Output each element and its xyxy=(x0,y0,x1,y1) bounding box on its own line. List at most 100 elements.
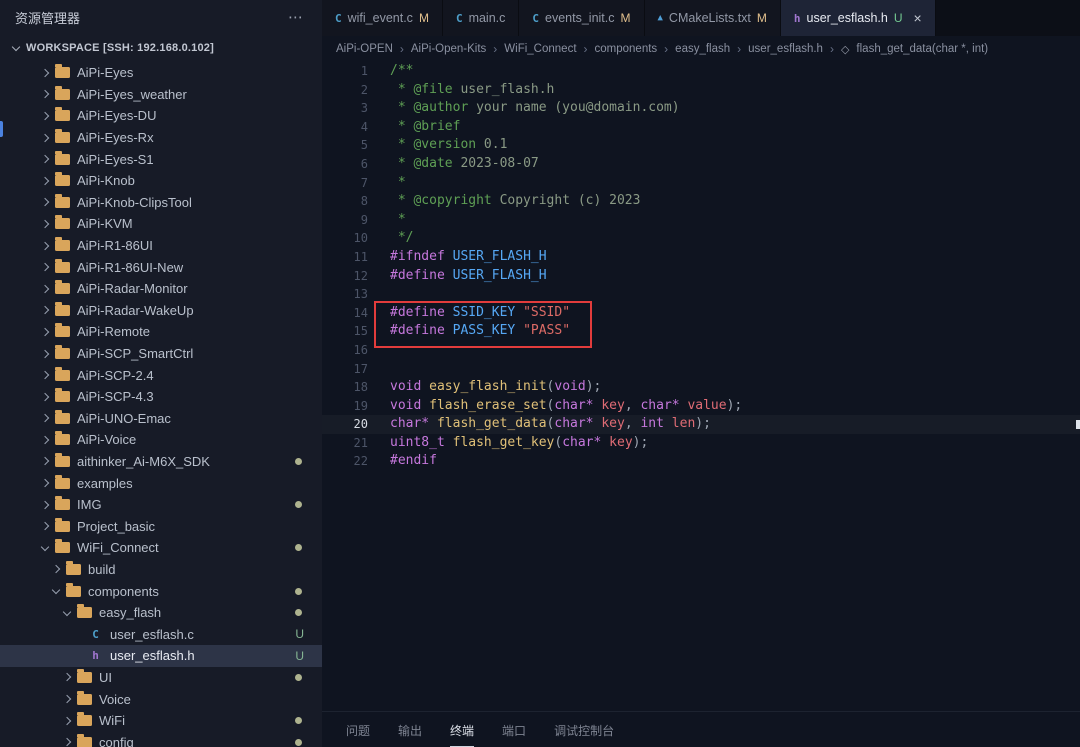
c-file-icon: C xyxy=(88,628,103,641)
tree-folder-AiPi-SCP_SmartCtrl[interactable]: AiPi-SCP_SmartCtrl xyxy=(0,343,322,365)
workspace-section-header[interactable]: WORKSPACE [SSH: 192.168.0.102] xyxy=(0,34,322,62)
chevron-right-icon[interactable] xyxy=(38,195,52,209)
breadcrumb-item[interactable]: user_esflash.h xyxy=(748,43,823,55)
tree-folder-AiPi-Radar-Monitor[interactable]: AiPi-Radar-Monitor xyxy=(0,278,322,300)
code-line: 1/** xyxy=(322,62,1080,81)
tree-folder-WiFi_Connect[interactable]: WiFi_Connect xyxy=(0,537,322,559)
breadcrumb-item[interactable]: AiPi-Open-Kits xyxy=(411,43,486,55)
tree-item-label: aithinker_Ai-M6X_SDK xyxy=(77,454,210,469)
tree-folder-Project_basic[interactable]: Project_basic xyxy=(0,515,322,537)
tree-folder-AiPi-Knob-ClipsTool[interactable]: AiPi-Knob-ClipsTool xyxy=(0,192,322,214)
tree-folder-easy_flash[interactable]: easy_flash xyxy=(0,602,322,624)
file-tree: AiPi-EyesAiPi-Eyes_weatherAiPi-Eyes-DUAi… xyxy=(0,62,322,747)
chevron-right-icon[interactable] xyxy=(38,411,52,425)
chevron-right-icon[interactable] xyxy=(38,368,52,382)
panel-tab-调试控制台[interactable]: 调试控制台 xyxy=(554,714,614,747)
tree-folder-AiPi-Remote[interactable]: AiPi-Remote xyxy=(0,321,322,343)
line-content: * @copyright Copyright (c) 2023 xyxy=(368,192,640,211)
chevron-right-icon[interactable] xyxy=(38,476,52,490)
tree-folder-AiPi-SCP-2.4[interactable]: AiPi-SCP-2.4 xyxy=(0,364,322,386)
tree-folder-aithinker_Ai-M6X_SDK[interactable]: aithinker_Ai-M6X_SDK xyxy=(0,451,322,473)
close-icon[interactable]: × xyxy=(914,10,922,26)
chevron-right-icon[interactable] xyxy=(38,131,52,145)
chevron-right-icon[interactable] xyxy=(38,347,52,361)
tree-folder-WiFi[interactable]: WiFi xyxy=(0,710,322,732)
tree-folder-AiPi-Eyes-Rx[interactable]: AiPi-Eyes-Rx xyxy=(0,127,322,149)
tree-folder-config[interactable]: config xyxy=(0,731,322,747)
tree-folder-examples[interactable]: examples xyxy=(0,472,322,494)
chevron-right-icon[interactable] xyxy=(49,562,63,576)
chevron-right-icon[interactable] xyxy=(38,109,52,123)
tab-events_init.c[interactable]: Cevents_init.cM xyxy=(519,0,644,36)
tree-folder-components[interactable]: components xyxy=(0,580,322,602)
chevron-right-icon[interactable] xyxy=(38,325,52,339)
breadcrumb-item[interactable]: easy_flash xyxy=(675,43,730,55)
tree-folder-AiPi-Eyes-S1[interactable]: AiPi-Eyes-S1 xyxy=(0,148,322,170)
chevron-right-icon[interactable] xyxy=(38,519,52,533)
tree-folder-AiPi-R1-86UI[interactable]: AiPi-R1-86UI xyxy=(0,235,322,257)
chevron-right-icon[interactable] xyxy=(60,735,74,747)
tree-folder-IMG[interactable]: IMG xyxy=(0,494,322,516)
tab-user_esflash.h[interactable]: huser_esflash.hU× xyxy=(781,0,936,36)
h-file-icon: h xyxy=(88,649,103,662)
tab-main.c[interactable]: Cmain.c xyxy=(443,0,519,36)
chevron-right-icon[interactable] xyxy=(38,282,52,296)
chevron-right-icon[interactable] xyxy=(38,217,52,231)
chevron-right-icon[interactable] xyxy=(38,390,52,404)
tree-folder-build[interactable]: build xyxy=(0,559,322,581)
code-line: 22#endif xyxy=(322,452,1080,471)
panel-tab-端口[interactable]: 端口 xyxy=(502,714,526,747)
chevron-right-icon[interactable] xyxy=(38,174,52,188)
chevron-right-icon[interactable] xyxy=(60,670,74,684)
tree-item-label: AiPi-Eyes_weather xyxy=(77,87,187,102)
tree-item-label: AiPi-Eyes-S1 xyxy=(77,152,154,167)
line-number: 7 xyxy=(322,174,368,193)
breadcrumb-item[interactable]: WiFi_Connect xyxy=(504,43,576,55)
chevron-right-icon[interactable] xyxy=(38,498,52,512)
tree-folder-AiPi-UNO-Emac[interactable]: AiPi-UNO-Emac xyxy=(0,408,322,430)
tree-folder-AiPi-Eyes-DU[interactable]: AiPi-Eyes-DU xyxy=(0,105,322,127)
chevron-down-icon[interactable] xyxy=(38,541,52,555)
chevron-right-icon[interactable] xyxy=(38,303,52,317)
more-actions-icon[interactable]: ⋯ xyxy=(288,8,304,26)
tree-folder-AiPi-KVM[interactable]: AiPi-KVM xyxy=(0,213,322,235)
code-line: 12#define USER_FLASH_H xyxy=(322,267,1080,286)
chevron-right-icon[interactable] xyxy=(38,239,52,253)
chevron-right-icon[interactable] xyxy=(38,260,52,274)
chevron-right-icon[interactable] xyxy=(38,454,52,468)
tree-folder-AiPi-Knob[interactable]: AiPi-Knob xyxy=(0,170,322,192)
chevron-right-icon[interactable] xyxy=(38,87,52,101)
tree-folder-Voice[interactable]: Voice xyxy=(0,688,322,710)
chevron-right-icon[interactable] xyxy=(38,66,52,80)
folder-icon xyxy=(77,737,92,747)
tree-folder-AiPi-Eyes[interactable]: AiPi-Eyes xyxy=(0,62,322,84)
tree-file-user_esflash.c[interactable]: Cuser_esflash.cU xyxy=(0,623,322,645)
line-number: 9 xyxy=(322,211,368,230)
tree-folder-AiPi-Eyes_weather[interactable]: AiPi-Eyes_weather xyxy=(0,84,322,106)
chevron-down-icon[interactable] xyxy=(49,584,63,598)
tree-folder-UI[interactable]: UI xyxy=(0,667,322,689)
folder-icon xyxy=(55,305,70,316)
tree-folder-AiPi-Radar-WakeUp[interactable]: AiPi-Radar-WakeUp xyxy=(0,300,322,322)
chevron-down-icon[interactable] xyxy=(60,606,74,620)
line-number: 21 xyxy=(322,434,368,453)
panel-tab-输出[interactable]: 输出 xyxy=(398,714,422,747)
panel-tab-终端[interactable]: 终端 xyxy=(450,714,474,747)
tree-file-user_esflash.h[interactable]: huser_esflash.hU xyxy=(0,645,322,667)
panel-tab-问题[interactable]: 问题 xyxy=(346,714,370,747)
tab-wifi_event.c[interactable]: Cwifi_event.cM xyxy=(322,0,443,36)
tree-folder-AiPi-R1-86UI-New[interactable]: AiPi-R1-86UI-New xyxy=(0,256,322,278)
tab-CMakeLists.txt[interactable]: ▲CMakeLists.txtM xyxy=(645,0,781,36)
breadcrumb-item[interactable]: components xyxy=(595,43,658,55)
folder-icon xyxy=(55,89,70,100)
chevron-right-icon[interactable] xyxy=(60,714,74,728)
code-line: 6 * @date 2023-08-07 xyxy=(322,155,1080,174)
chevron-right-icon[interactable] xyxy=(60,692,74,706)
tree-folder-AiPi-SCP-4.3[interactable]: AiPi-SCP-4.3 xyxy=(0,386,322,408)
chevron-right-icon[interactable] xyxy=(38,152,52,166)
chevron-right-icon[interactable] xyxy=(38,433,52,447)
breadcrumb-item[interactable]: AiPi-OPEN xyxy=(336,43,393,55)
code-editor[interactable]: 1/**2 * @file user_flash.h3 * @author yo… xyxy=(322,62,1080,711)
breadcrumb-item[interactable]: flash_get_data(char *, int) xyxy=(856,43,988,55)
tree-folder-AiPi-Voice[interactable]: AiPi-Voice xyxy=(0,429,322,451)
